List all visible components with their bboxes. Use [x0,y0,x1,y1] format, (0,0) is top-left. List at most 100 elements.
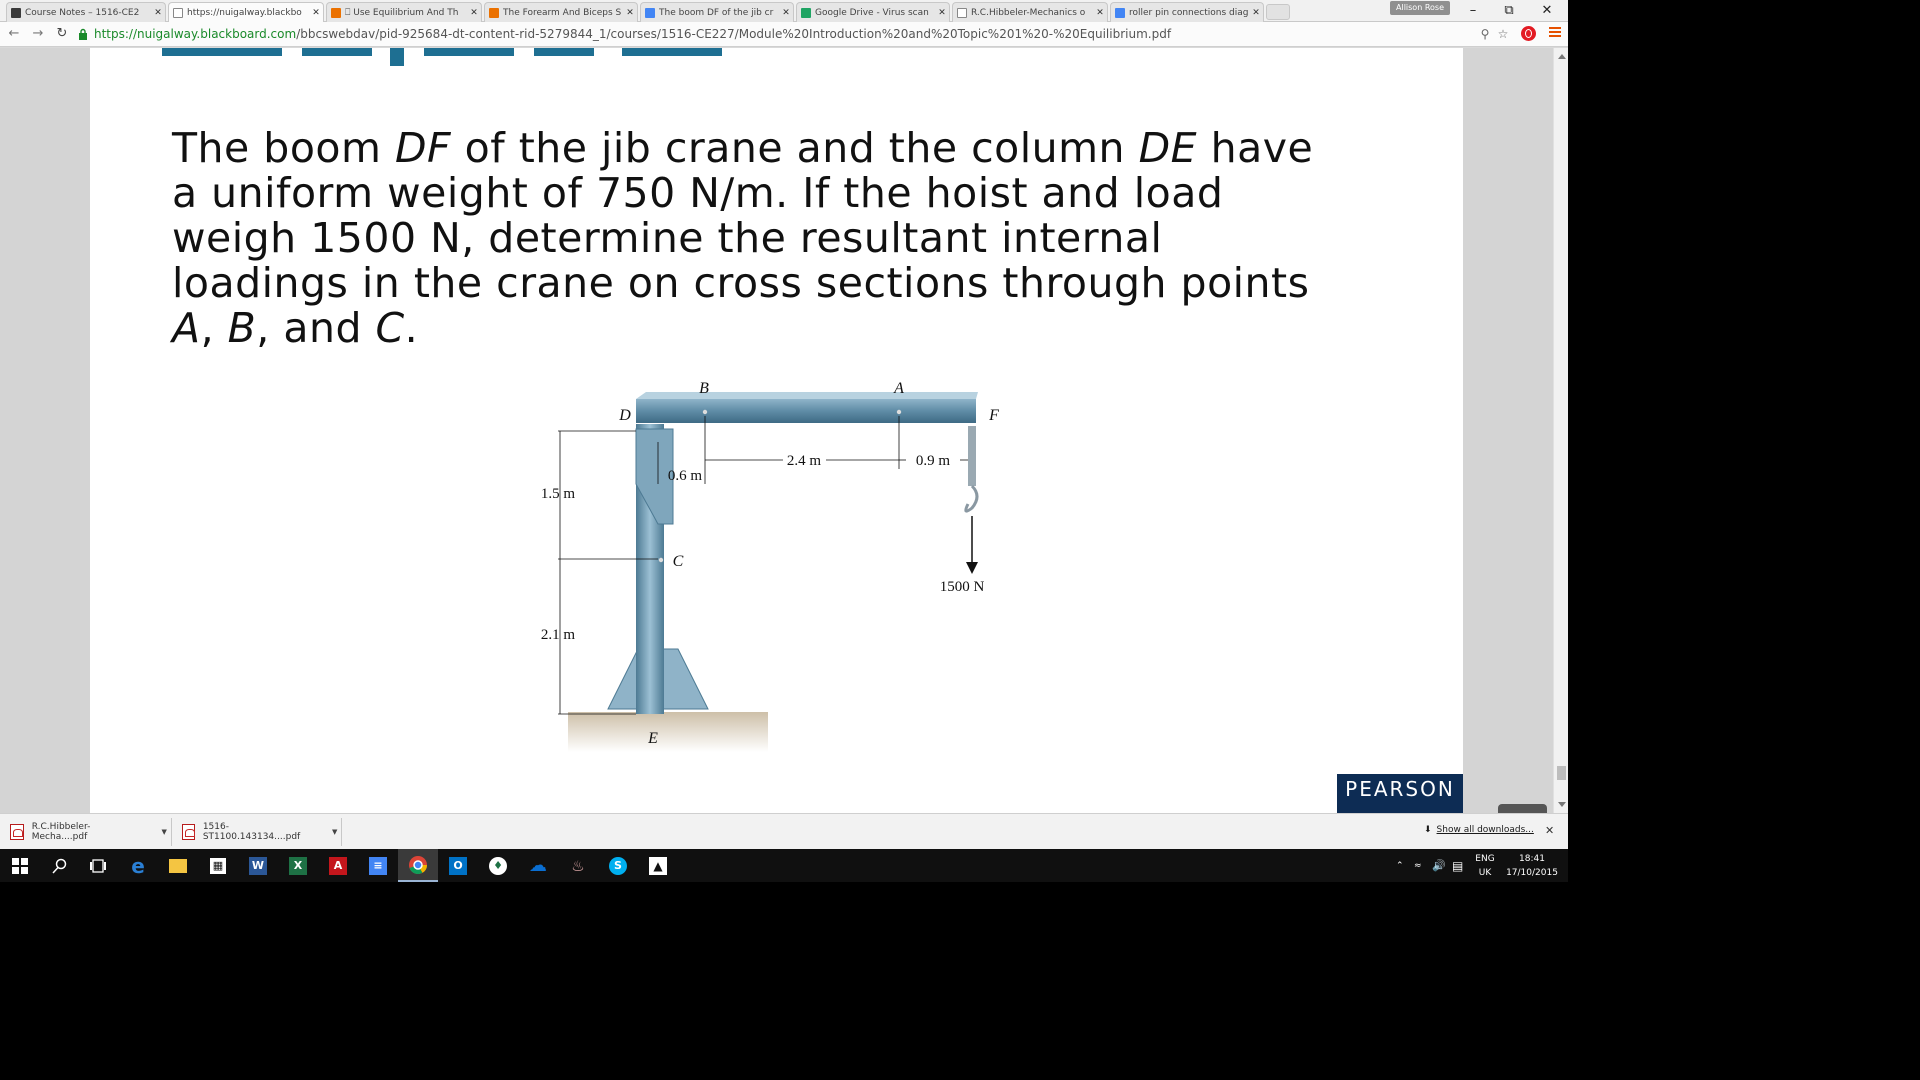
pdf-page: The boom DF of the jib crane and the col… [90,48,1463,813]
tab-close-icon[interactable]: ✕ [151,8,165,18]
text-run: of the jib crane and the column [451,124,1139,172]
tab-close-icon[interactable]: ✕ [1249,8,1263,18]
point-c-marker [658,557,664,563]
reload-button[interactable]: ↻ [54,25,70,43]
word-taskbar-button[interactable]: W [238,849,278,882]
download-item[interactable]: 1516-ST1100.143134....pdf ▼ [172,818,342,846]
excel-taskbar-button[interactable]: X [278,849,318,882]
tab-close-icon[interactable]: ✕ [309,8,323,18]
file-explorer-taskbar-button[interactable] [158,849,198,882]
onedrive-taskbar-button[interactable]: ☁ [518,849,558,882]
back-button[interactable]: ← [6,25,22,43]
wifi-icon[interactable]: ≈ [1414,849,1422,882]
docs-taskbar-button[interactable]: ≡ [358,849,398,882]
pearson-logo: PEARSON [1337,774,1463,813]
photo-icon: ▲ [649,856,667,875]
dim-2-1: 2.1 m [541,627,576,643]
vertical-scrollbar[interactable] [1553,48,1568,813]
windows-taskbar: e ▦ W X A ≡ O ♦ ☁ ♨ S ▲ ⌃ ≈ 🔊 ▤ ENG UK 18… [0,849,1568,882]
label-c: C [673,553,684,570]
pdf-file-icon [182,824,195,840]
profile-button[interactable]: Allison Rose [1390,1,1450,15]
maps-taskbar-button[interactable]: ♦ [478,849,518,882]
url-host: https://nuigalway.blackboard.com [94,27,297,41]
task-view-button[interactable] [78,849,118,882]
skype-taskbar-button[interactable]: S [598,849,638,882]
show-all-downloads-link[interactable]: ⬇ Show all downloads... [1424,825,1534,835]
italic-symbol: B [227,304,257,352]
outlook-icon: O [449,856,467,875]
volume-icon[interactable]: 🔊 [1432,849,1446,882]
start-button[interactable] [0,849,40,882]
italic-symbol: DE [1138,124,1198,172]
new-tab-button[interactable] [1266,4,1290,20]
photos-taskbar-button[interactable]: ▲ [638,849,678,882]
browser-tab[interactable]: https://nuigalway.blackbo ✕ [168,2,324,22]
dim-2-4: 2.4 m [787,453,822,469]
dim-0-9: 0.9 m [916,453,951,469]
store-taskbar-button[interactable]: ▦ [198,849,238,882]
bookmark-star-icon[interactable]: ☆ [1495,26,1511,42]
download-filename: 1516-ST1100.143134....pdf [202,822,301,842]
load-label: 1500 N [940,579,985,595]
tab-close-icon[interactable]: ✕ [1093,8,1107,18]
opera-extension-icon[interactable] [1521,26,1536,41]
edge-icon: e [131,853,145,878]
italic-symbol: C [375,304,405,352]
page-icon [957,7,967,18]
address-bar[interactable]: https://nuigalway.blackboard.com/bbcsweb… [78,24,1516,44]
scroll-thumb[interactable] [1557,766,1566,780]
search-button[interactable] [40,849,80,882]
download-item[interactable]: R.C.Hibbeler-Mecha....pdf ▼ [0,818,172,846]
tab-title: https://nuigalway.blackbo [187,7,302,18]
close-window-button[interactable]: ✕ [1530,2,1564,20]
dim-0-6: 0.6 m [668,468,703,484]
close-icon[interactable]: ✕ [1545,824,1554,837]
language-indicator[interactable]: ENG UK [1472,852,1498,880]
menu-icon[interactable] [1549,27,1561,39]
tray-chevron-icon[interactable]: ⌃ [1396,849,1404,882]
clock[interactable]: 18:41 17/10/2015 [1500,852,1564,880]
chrome-icon [409,855,427,874]
pdf-viewer[interactable]: The boom DF of the jib crane and the col… [0,48,1553,813]
popcorn-icon: ♨ [571,856,585,875]
movies-taskbar-button[interactable]: ♨ [558,849,598,882]
browser-tab[interactable]: ⎕ Use Equilibrium And Th ✕ [326,2,482,22]
jib-crane-figure: B A D F C E 0.6 m 2.4 m 0.9 m 1.5 m 2.1 … [528,374,1030,756]
browser-tab[interactable]: roller pin connections diag ✕ [1110,2,1264,22]
chevron-down-icon[interactable]: ▼ [157,828,171,836]
page-icon [173,7,183,18]
text-run: . [404,304,419,352]
browser-tab[interactable]: Google Drive - Virus scan ✕ [796,2,950,22]
acrobat-taskbar-button[interactable]: A [318,849,358,882]
edge-taskbar-button[interactable]: e [118,849,158,882]
zoom-icon[interactable]: ⚲ [1477,26,1493,42]
restore-button[interactable]: ⧉ [1492,2,1526,20]
browser-tab[interactable]: R.C.Hibbeler-Mechanics o ✕ [952,2,1108,22]
tab-close-icon[interactable]: ✕ [935,8,949,18]
outlook-taskbar-button[interactable]: O [438,849,478,882]
browser-tab[interactable]: The boom DF of the jib cr ✕ [640,2,794,22]
windows-logo-icon [12,857,28,874]
forward-button[interactable]: → [30,25,46,43]
google-icon [645,7,655,18]
chevron-down-icon[interactable]: ▼ [328,828,341,836]
tab-title: The Forearm And Biceps S [503,7,622,18]
browser-tab[interactable]: The Forearm And Biceps S ✕ [484,2,638,22]
scroll-down-icon[interactable] [1558,802,1566,807]
chrome-taskbar-button[interactable] [398,849,438,882]
tab-title: The boom DF of the jib cr [659,7,774,18]
tab-close-icon[interactable]: ✕ [467,8,481,18]
pdf-file-icon [10,824,24,840]
tab-close-icon[interactable]: ✕ [779,8,793,18]
action-center-icon[interactable]: ▤ [1452,849,1463,882]
browser-tab[interactable]: Course Notes – 1516-CE2 ✕ [6,2,166,22]
lock-icon [79,28,87,40]
text-run: , [200,304,228,352]
skype-icon: S [609,856,627,875]
italic-symbol: A [172,304,201,352]
drive-icon [801,7,811,18]
tab-close-icon[interactable]: ✕ [623,8,637,18]
minimize-button[interactable]: – [1456,2,1490,20]
scroll-up-icon[interactable] [1558,54,1566,59]
